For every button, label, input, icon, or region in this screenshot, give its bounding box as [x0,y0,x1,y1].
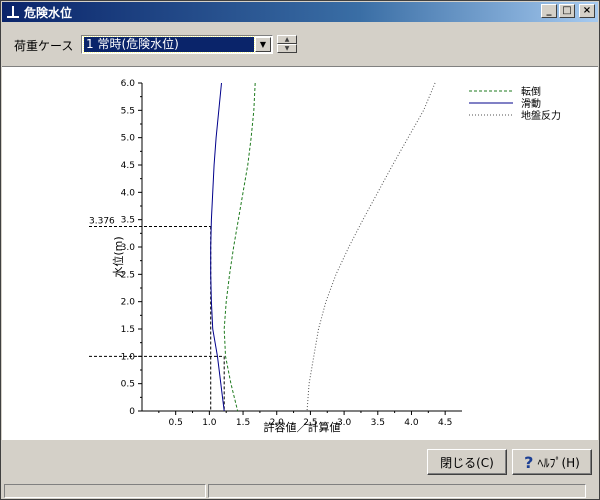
toolbar: 荷重ケース 1 常時(危険水位) ▼ ▲ ▼ [2,23,598,65]
load-case-label: 荷重ケース [14,39,74,53]
y-tick-label: 0.5 [121,380,135,390]
question-icon: ? [524,452,534,472]
series-line-0 [223,82,256,412]
x-tick-label: 3.5 [371,418,385,428]
load-case-spinner[interactable]: ▲ ▼ [277,35,297,54]
minimize-button[interactable]: _ [541,4,557,18]
spin-up-icon[interactable]: ▲ [277,35,297,44]
load-case-value[interactable]: 1 常時(危険水位) [83,36,255,53]
spin-down-icon[interactable]: ▼ [277,44,297,53]
window-title: 危険水位 [24,5,73,20]
close-window-button[interactable]: × [579,4,595,18]
x-tick-label: 4.5 [438,418,452,428]
status-panel-1 [4,484,206,498]
title-bar[interactable]: 危険水位 _ □ × [2,2,598,22]
y-tick-label: 5.0 [121,134,136,144]
help-button-label: ﾍﾙﾌﾟ(H) [537,455,580,470]
y-tick-label: 4.5 [121,161,135,171]
close-button[interactable]: 閉じる(C) [427,449,507,475]
app-icon [6,5,20,19]
y-tick-label: 0 [129,407,135,417]
status-bar [2,483,598,499]
load-case-select[interactable]: 1 常時(危険水位) ▼ [81,35,273,54]
close-button-label: 閉じる(C) [440,455,494,470]
x-tick-label: 0.5 [169,418,183,428]
y-tick-label: 5.5 [121,106,135,116]
y-tick-label: 3.5 [121,216,135,226]
help-button[interactable]: ? ﾍﾙﾌﾟ(H) [512,449,592,475]
series-line-1 [210,82,225,412]
legend-label: 地盤反力 [521,109,561,122]
x-tick-label: 1.5 [236,418,250,428]
series-line-2 [306,82,436,412]
y-tick-label: 4.0 [121,188,136,198]
danger-water-level-window: 危険水位 _ □ × 荷重ケース 1 常時(危険水位) ▼ ▲ ▼ 0 0.5 1.… [0,0,600,500]
legend-label: 転倒 [521,86,541,98]
legend-label: 滑動 [521,97,541,110]
y-tick-label: 2.0 [121,298,136,308]
status-panel-2 [208,484,586,498]
guide-value-label: 3.376 [89,216,115,226]
y-tick-label: 1.5 [121,325,135,335]
x-tick-label: 1.0 [202,418,217,428]
maximize-button[interactable]: □ [559,4,575,18]
y-tick-label: 1.0 [121,352,136,362]
y-tick-label: 6.0 [121,79,136,89]
chart-area: 0 0.5 1.0 1.5 2.0 2.5 3.0 3.5 4.0 4.5 5.0 5.5 6.0 0.5… [2,66,598,440]
water-level-chart: 00.51.01.52.02.53.03.54.04.55.05.56.00.5… [89,79,561,434]
x-tick-label: 4.0 [404,418,419,428]
x-axis-label: 許容値／計算値 [264,420,341,434]
y-axis-label: 水位(m) [111,236,125,277]
dropdown-arrow-icon[interactable]: ▼ [255,37,271,52]
